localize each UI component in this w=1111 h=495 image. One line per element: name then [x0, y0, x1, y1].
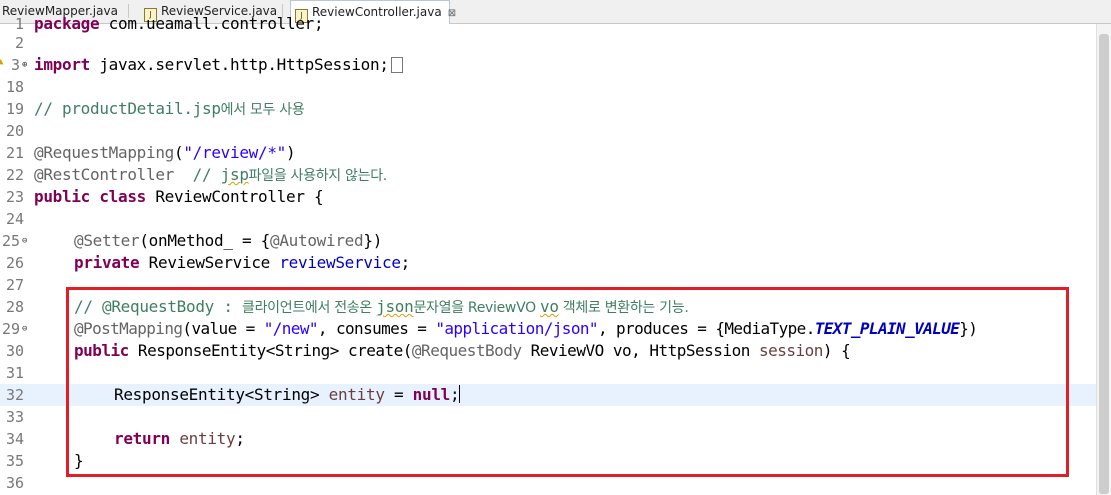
- code-line: 19 // productDetail.jsp에서 모두 사용: [5, 99, 305, 118]
- code-line: 21 @RequestMapping("/review/*"): [5, 143, 296, 162]
- code-line: ▲ 3 ⊕ import javax.servlet.http.HttpSess…: [0, 54, 1097, 76]
- scrollbar-thumb[interactable]: [1099, 34, 1109, 494]
- fold-collapse-icon[interactable]: ⊖: [22, 324, 30, 334]
- code-line: 22 @RestController // jsp파일을 사용하지 않는다.: [5, 165, 387, 184]
- code-line: 24: [5, 210, 24, 228]
- code-editor[interactable]: 1 package com.ueamall.controller; 2 ▲ 3 …: [0, 14, 1111, 495]
- fold-expand-icon[interactable]: ⊕: [22, 60, 30, 70]
- code-line: 25 ⊖ @Setter(onMethod_ = {@Autowired}): [1, 231, 383, 250]
- vertical-scrollbar[interactable]: [1096, 24, 1111, 495]
- code-line: 2: [14, 34, 24, 52]
- red-highlight-box: [66, 287, 1069, 477]
- code-line: 18: [5, 78, 24, 96]
- collapsed-imports-icon[interactable]: [390, 57, 403, 73]
- code-line: 20: [5, 122, 24, 140]
- code-line: 26 private ReviewService reviewService;: [5, 253, 411, 272]
- fold-collapse-icon[interactable]: ⊖: [22, 236, 30, 246]
- code-line: 23 public class ReviewController {: [5, 187, 324, 206]
